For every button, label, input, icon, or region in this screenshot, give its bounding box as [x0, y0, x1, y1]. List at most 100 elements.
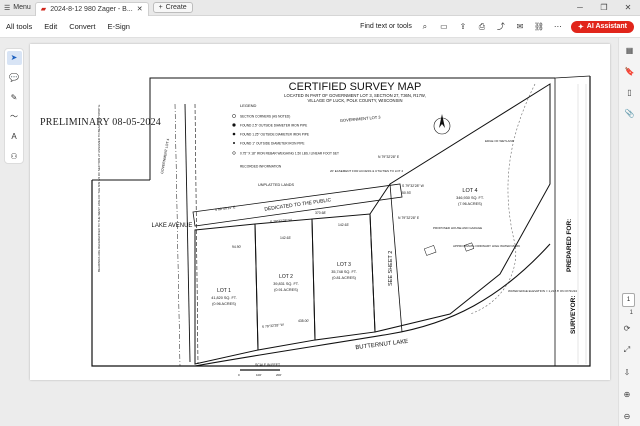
attachments-icon[interactable]: 📎 — [623, 107, 637, 119]
lot-2-acres: (0.91 ACRES) — [274, 288, 299, 292]
edge-wetland-label: EDGE OF WETLAND — [485, 139, 515, 143]
plus-icon: + — [158, 4, 163, 11]
document-tab[interactable]: ▰ 2024-8-12 980 Zager - B... ✕ — [34, 1, 149, 16]
legend: SECTION CORNERS (AS NOTED) FOUND 2.5" OU… — [232, 114, 339, 169]
legend-item: 0.75" X 18" IRON REBAR WEIGHING 1.50 LBS… — [240, 152, 339, 156]
lot-2-name: LOT 2 — [279, 274, 293, 280]
distance-label: 142.63' — [338, 223, 349, 227]
close-tab-icon[interactable]: ✕ — [137, 5, 143, 13]
map-title: CERTIFIED SURVEY MAP — [289, 81, 422, 93]
easement-label: 20' EASEMENT FOR ACCESS & UTILITIES TO L… — [330, 169, 403, 173]
govt-lot-4-label: GOVERNMENT LOT 4 — [160, 138, 170, 174]
pdf-icon: ▰ — [40, 6, 47, 13]
minimize-icon[interactable]: ─ — [568, 3, 592, 12]
stamp-icon[interactable]: ⚇ — [7, 149, 22, 163]
see-sheet-label: SEE SHEET 2 — [388, 251, 394, 286]
lot-3-name: LOT 3 — [337, 262, 351, 268]
window-controls: ─ ❐ ✕ — [568, 3, 640, 12]
restore-icon[interactable]: ❐ — [592, 3, 616, 12]
scale-value: 0 — [238, 373, 240, 377]
ai-assistant-button[interactable]: ✦ AI Assistant — [570, 20, 634, 33]
distance-label: 142.63' — [280, 236, 291, 240]
lot-1-area: 41,820 SQ. FT. — [211, 296, 237, 300]
bearing-label: N 79°32'28" E — [378, 155, 400, 159]
pages-icon[interactable]: ▯ — [623, 86, 637, 98]
add-comment-icon[interactable]: 💬 — [7, 71, 22, 85]
menu-edit[interactable]: Edit — [38, 22, 63, 31]
menu-all-tools[interactable]: All tools — [0, 22, 38, 31]
bearing-label: S 79°32'28" W — [262, 323, 285, 329]
menu-bar: All tools Edit Convert E-Sign Find text … — [0, 16, 640, 38]
highlight-pen-icon[interactable]: ✎ — [7, 90, 22, 104]
survey-map-drawing: CERTIFIED SURVEY MAP LOCATED IN PART OF … — [91, 75, 591, 377]
distance-label: 435.00' — [298, 319, 309, 323]
tab-title: 2024-8-12 980 Zager - B... — [50, 5, 133, 13]
quick-tools-toolbar: ➤ 💬 ✎ 〜 A ⚇ — [4, 48, 24, 164]
zoom-controls: ⟳ ⤢ ⇩ ⊕ ⊖ — [620, 322, 634, 422]
distance-label: 94.90' — [232, 245, 241, 249]
govt-lot-3-label: GOVERNMENT LOT 3 — [340, 114, 382, 123]
email-icon[interactable]: ✉ — [514, 21, 526, 33]
water-elev-label: WATER EDGE ELEVATION = 1,212.8' ON 07/31… — [508, 289, 577, 293]
lot-1-acres: (0.96 ACRES) — [212, 302, 237, 306]
lot-3-area: 35,748 SQ. FT. — [331, 270, 357, 274]
add-text-icon[interactable]: A — [7, 130, 22, 144]
more-icon[interactable]: ⋯ — [552, 21, 564, 33]
zoom-in-icon[interactable]: ⊕ — [620, 388, 634, 400]
lot-1-name: LOT 1 — [217, 288, 231, 294]
grid-view-icon[interactable]: ▦ — [623, 44, 637, 56]
bearing-label: S 79°32'28" W — [402, 184, 425, 188]
west-boundary — [184, 103, 191, 363]
north-arrow-icon — [433, 114, 451, 135]
ohwm-label: APPROXIMATE ORDINARY HIGH WATER MARK — [453, 244, 520, 248]
legend-title: LEGEND — [240, 103, 257, 108]
pdf-page: PRELIMINARY 08-05-2024 CERTIFIED SURVEY … — [30, 44, 610, 380]
scale-value: 200' — [276, 373, 282, 377]
bookmark-icon[interactable]: 🔖 — [623, 65, 637, 77]
sparkle-icon: ✦ — [577, 23, 584, 31]
bearing-label: N 79°32'28" E — [398, 216, 420, 220]
select-cursor-icon[interactable]: ➤ — [6, 51, 22, 65]
proposed-house-label: PROPOSED HOUSE AND GARAGE — [433, 226, 482, 230]
map-subtitle-2: VILLAGE OF LUCK, POLK COUNTY, WISCONSIN — [307, 98, 402, 103]
scale-label: SCALE IN FEET — [255, 363, 280, 367]
legend-item: FOUND 1" OUTSIDE DIAMETER IRON PIPE — [240, 142, 305, 146]
total-pages: 1 — [629, 310, 633, 316]
draw-freehand-icon[interactable]: 〜 — [7, 110, 22, 124]
find-text-button[interactable]: Find text or tools — [360, 23, 412, 30]
menu-esign[interactable]: E-Sign — [101, 22, 136, 31]
close-window-icon[interactable]: ✕ — [616, 3, 640, 12]
proposed-house-outline — [423, 245, 437, 256]
legend-item: FOUND 2.5" OUTSIDE DIAMETER IRON PIPE — [240, 124, 307, 128]
unplatted-label: UNPLATTED LANDS — [258, 183, 294, 187]
link-icon[interactable]: ⛓ — [533, 21, 545, 33]
refresh-icon[interactable]: ⟳ — [620, 322, 634, 334]
fit-page-icon[interactable]: ⤢ — [620, 344, 634, 356]
zoom-out-icon[interactable]: ⊖ — [620, 410, 634, 422]
lot-3-acres: (0.81 ACRES) — [332, 276, 357, 280]
lot-4-boundary — [369, 83, 551, 333]
legend-item: FOUND 1.25" OUTSIDE DIAMETER IRON PIPE — [240, 133, 309, 137]
hamburger-icon: ☰ — [4, 4, 11, 12]
distance-label: 50.93' — [402, 191, 411, 195]
lot-4-name: LOT 4 — [462, 188, 477, 194]
print-icon[interactable]: ⎙ — [476, 21, 488, 33]
bearing-label: S 89°50'11" E — [215, 205, 237, 212]
save-icon[interactable]: ▭ — [438, 21, 450, 33]
lot-4-area: 346,930 SQ. FT. — [456, 196, 484, 200]
surveyor-label: SURVEYOR: — [570, 295, 577, 334]
distance-label: 370.68' — [315, 211, 326, 215]
menu-button[interactable]: ☰ Menu — [0, 0, 35, 16]
lot-4-acres: (7.96 ACRES) — [458, 202, 483, 206]
bearing-notes: BEARINGS ARE REFERENCED TO THE WEST LINE… — [97, 105, 101, 272]
search-icon[interactable]: ⌕ — [419, 21, 431, 33]
share-icon[interactable]: ⤴ — [495, 21, 507, 33]
lake-avenue-label: LAKE AVENUE — [152, 223, 193, 229]
bearing-label: S 79°32'28" W — [270, 218, 293, 224]
current-page-field[interactable]: 1 — [622, 293, 635, 307]
menu-convert[interactable]: Convert — [63, 22, 101, 31]
upload-icon[interactable]: ⇪ — [457, 21, 469, 33]
legend-item: RECORDED INFORMATION — [240, 165, 282, 169]
download-icon[interactable]: ⇩ — [620, 366, 634, 378]
create-button[interactable]: + Create — [152, 2, 193, 13]
